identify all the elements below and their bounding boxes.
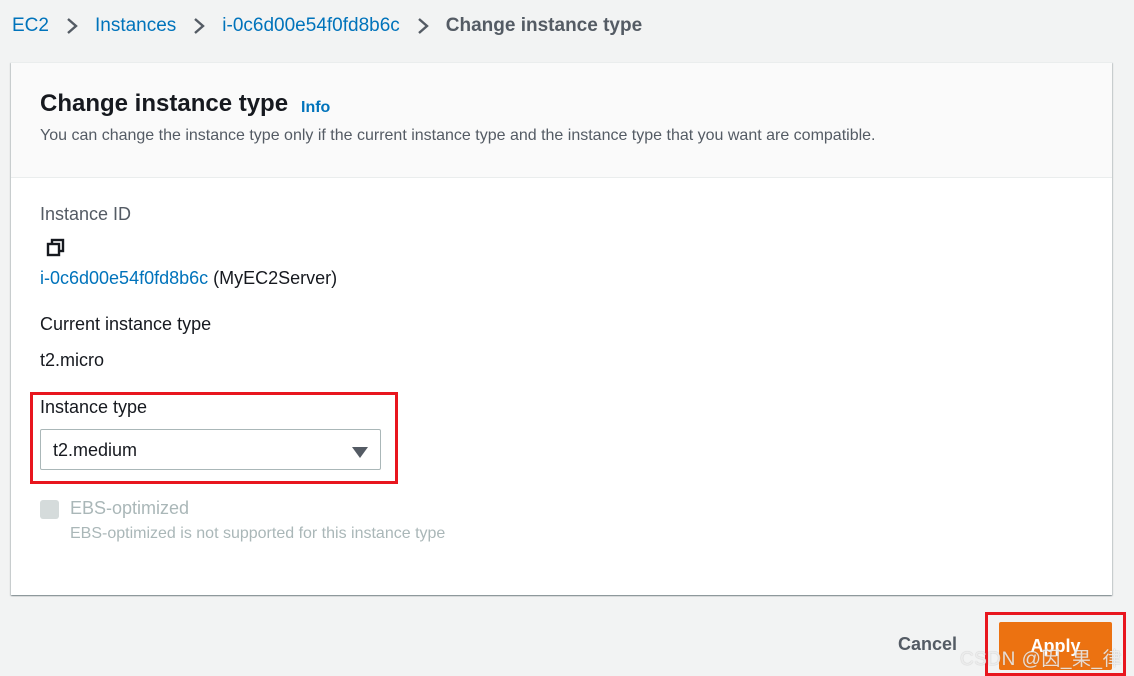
chevron-right-icon — [414, 12, 434, 40]
ebs-optimized-description: EBS-optimized is not supported for this … — [70, 525, 446, 542]
breadcrumb-instance-id-link[interactable]: i-0c6d00e54f0fd8b6c — [222, 15, 399, 37]
current-instance-type-label: Current instance type — [40, 314, 212, 334]
chevron-right-icon — [190, 12, 210, 40]
instance-id-label: Instance ID — [40, 204, 132, 224]
ebs-optimized-label: EBS-optimized — [70, 498, 190, 518]
breadcrumb: EC2 Instances i-0c6d00e54f0fd8b6c Change… — [12, 12, 642, 40]
watermark: CSDN @因_果_律 — [960, 649, 1123, 670]
breadcrumb-current: Change instance type — [445, 15, 643, 36]
change-instance-type-panel: Change instance type Info You can change… — [11, 62, 1112, 595]
current-instance-type-value: t2.micro — [40, 350, 105, 370]
panel-header: Change instance type Info You can change… — [11, 63, 1112, 178]
info-link[interactable]: Info — [301, 99, 330, 117]
breadcrumb-ec2-link[interactable]: EC2 — [12, 15, 49, 37]
page-title: Change instance type — [40, 90, 289, 117]
ebs-optimized-checkbox[interactable] — [40, 500, 59, 519]
instance-type-highlight — [30, 392, 398, 484]
instance-name: (MyEC2Server) — [213, 268, 338, 288]
panel-description: You can change the instance type only if… — [40, 127, 876, 144]
cancel-button[interactable]: Cancel — [898, 634, 957, 655]
instance-id-link[interactable]: i-0c6d00e54f0fd8b6c — [40, 268, 208, 288]
chevron-right-icon — [63, 12, 83, 40]
change-instance-type-page: EC2 Instances i-0c6d00e54f0fd8b6c Change… — [0, 0, 1134, 676]
breadcrumb-instances-link[interactable]: Instances — [95, 15, 176, 37]
copy-icon[interactable] — [45, 237, 67, 259]
instance-id-value: i-0c6d00e54f0fd8b6c (MyEC2Server) — [40, 268, 337, 289]
